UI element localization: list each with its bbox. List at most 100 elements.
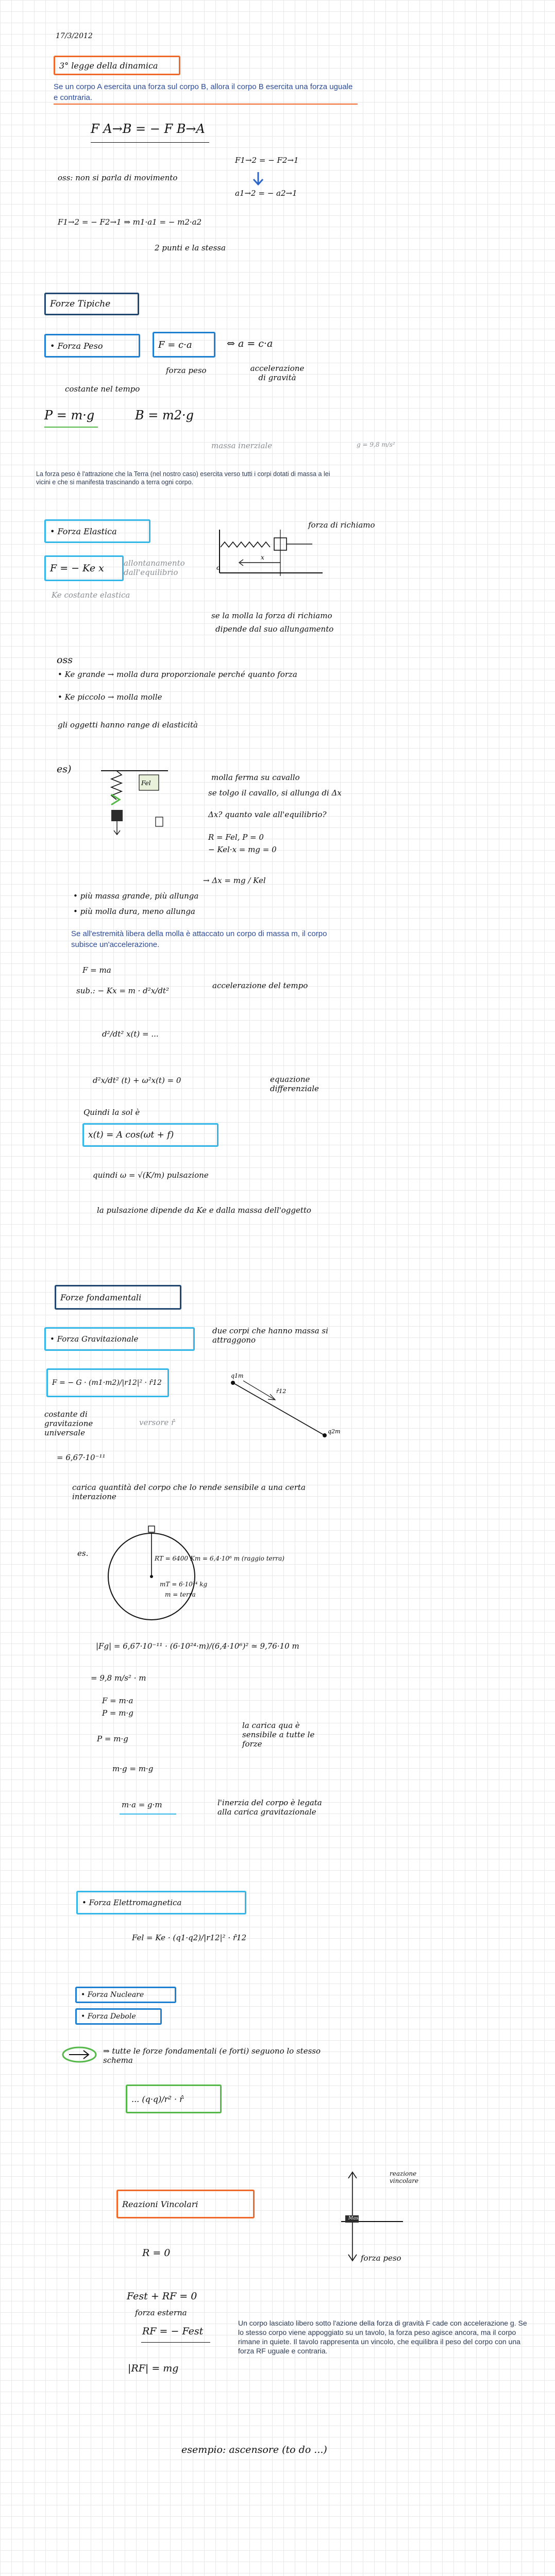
spring-diagram: o x [216, 530, 323, 576]
weight-equiv: ⇔ a = c·a [227, 338, 273, 349]
sol-intro: Quindi la sol è [83, 1108, 140, 1117]
calc-4: P = m·g [102, 1708, 133, 1718]
earth-es: es. [77, 1549, 89, 1558]
oss-label: oss [57, 654, 73, 666]
time-note: accelerazione del tempo [212, 981, 308, 990]
fundamental-title: Forze fondamentali [60, 1292, 142, 1302]
where-formula: quindi ω = √(K/m) pulsazione [93, 1171, 209, 1180]
nuclear-strong-box: • Forza Nucleare [75, 1987, 176, 2003]
green-arrow [62, 2046, 97, 2063]
constraint-typed-note: Un corpo lasciato libero sotto l'azione … [238, 2319, 527, 2355]
chain-note: 2 punti e la stessa [155, 243, 226, 252]
weight-note: La forza peso è l'attrazione che la Terr… [36, 470, 330, 486]
elastic-label-box: • Forza Elastica [44, 519, 150, 543]
constraint-title: Reazioni Vincolari [122, 2199, 198, 2209]
es-4: R = Fel, P = 0 [208, 833, 264, 842]
em-label-box: • Forza Elettromagnetica [76, 1891, 246, 1914]
svg-text:o: o [216, 564, 220, 571]
g-value: g = 9,8 m/s² [357, 441, 395, 448]
elastic-typed-note: Se all'estremità libera della molla è at… [71, 929, 327, 949]
block-label: Massa [348, 2216, 364, 2221]
calc-2: = 9,8 m/s² · m [91, 1673, 146, 1683]
grav-formula: F = − G · (m1·m2)/|r12|² · r̂12 [52, 1379, 162, 1387]
chain-formula: F1→2 = − F2→1 ⇒ m1·a1 = − m2·a2 [58, 217, 202, 227]
svg-text:Fel: Fel [141, 779, 151, 787]
svg-text:r̂12: r̂12 [276, 1388, 286, 1395]
oss-2: • Ke piccolo → molla molle [58, 692, 162, 702]
es-1: molla ferma su cavallo [211, 773, 300, 782]
weight-formula: F = c·a [158, 339, 192, 350]
ode-1: d²/dt² x(t) = ... [102, 1029, 159, 1039]
note-date: 17/3/2012 [56, 32, 93, 40]
charge-mass-note: la carica qua è sensibile a tutte le for… [242, 1721, 315, 1749]
spring-note-2: dipende dal suo allungamento [215, 624, 334, 634]
r-zero: R = 0 [142, 2247, 171, 2259]
mass-note: massa inerziale [211, 441, 273, 450]
nuclear-weak-label: • Forza Debole [81, 2012, 136, 2021]
elastic-constant: Ke costante elastica [52, 590, 130, 600]
charge-note: carica quantità del corpo che lo rende s… [72, 1483, 306, 1501]
right-bottom-formula: a1→2 = − a2→1 [235, 189, 297, 198]
blue-arrow-down [253, 172, 264, 186]
calc-3: F = m·a [102, 1696, 133, 1705]
es-3: Δx? quanto vale all'equilibrio? [208, 810, 327, 819]
third-law-formula: F A→B = − F B→A [91, 122, 205, 136]
equal-note: m·a = g·m [122, 1800, 162, 1809]
all-forces-note: ⇒ tutte le forze fondamentali (e forti) … [103, 2046, 321, 2065]
inertial-note: l'inerzia del corpo è legata alla carica… [217, 1798, 322, 1817]
last-note: esempio: ascensore (to do ...) [181, 2444, 327, 2455]
oss-3: gli oggetti hanno range di elasticità [58, 720, 198, 730]
grav-value: = 6,67·10⁻¹¹ [57, 1453, 106, 1462]
grav-constant: costante di gravitazione universale [44, 1410, 93, 1437]
unit-vector-note: versore r̂ [139, 1418, 175, 1427]
calc-1: |Fg| = 6,67·10⁻¹¹ · (6·10²⁴·m)/(6,4·10⁶)… [96, 1641, 299, 1651]
magnitude-formula: |RF| = mg [128, 2363, 179, 2374]
es-2: se tolgo il cavallo, si allunga di Δx [208, 788, 342, 798]
generic-formula-box: ... (q·q)/r² · r̂ [126, 2084, 222, 2113]
weight-accel: accelerazione di gravità [250, 364, 305, 382]
earth-radius: RT = 6400 Km = 6,4·10⁶ m (raggio terra) [155, 1555, 284, 1562]
more-mass: • più massa grande, più allunga [73, 891, 199, 901]
third-law-title: 3° legge della dinamica [59, 60, 158, 71]
third-law-statement: Se un corpo A esercita una forza sul cor… [54, 82, 353, 102]
ode-2: d²x/dt² (t) + ω²x(t) = 0 [93, 1076, 181, 1085]
svg-text:q1m: q1m [231, 1372, 243, 1379]
earth-sub: m = terra [165, 1591, 196, 1598]
two-bodies-diagram: q1m q2m r̂12 [231, 1372, 340, 1437]
calc-5: P = m·g [97, 1734, 128, 1743]
solution-formula: x(t) = A cos(ωt + f) [88, 1130, 174, 1140]
typical-forces-title: Forze Tipiche [50, 299, 111, 309]
sum-formula: Fest + RF = 0 [127, 2291, 197, 2302]
nuclear-weak-box: • Forza Debole [75, 2008, 162, 2025]
dx-result: → Δx = mg / Kel [203, 876, 266, 885]
eq-formula: RF = − Fest [142, 2326, 204, 2337]
grav-note: due corpi che hanno massa si attraggono [212, 1326, 328, 1345]
em-formula: Fel = Ke · (q1·q2)/|r12|² · r̂12 [132, 1933, 247, 1942]
calc-6: m·g = m·g [112, 1764, 154, 1773]
svg-text:x: x [261, 554, 264, 561]
grav-formula-box: F = − G · (m1·m2)/|r12|² · r̂12 [46, 1368, 169, 1397]
equal-underline [120, 1814, 176, 1815]
weight-constant: costante nel tempo [65, 384, 140, 394]
constraint-title-box: Reazioni Vincolari [116, 2190, 255, 2218]
elastic-label: • Forza Elastica [50, 526, 117, 536]
right-top-formula: F1→2 = − F2→1 [235, 156, 299, 165]
formula-underline [91, 142, 209, 143]
es-label: es) [57, 764, 72, 775]
p-weight-note: forza peso [361, 2253, 401, 2263]
eq-underline [141, 2342, 210, 2343]
pulse-note: la pulsazione dipende da Ke e dalla mass… [97, 1206, 311, 1215]
statement-underline [54, 104, 358, 105]
weight-label-box: • Forza Peso [44, 334, 140, 358]
sub-formula: sub.: − Kx = m · d²x/dt² [76, 986, 169, 995]
elastic-formula: F = − Ke x [50, 563, 104, 574]
vector-reaction-note: reazione vincolare [390, 2170, 419, 2184]
grav-label: • Forza Gravitazionale [50, 1334, 139, 1344]
elastic-formula-box: F = − Ke x [44, 555, 124, 581]
generic-formula: ... (q·q)/r² · r̂ [131, 2094, 183, 2104]
third-law-title-box: 3° legge della dinamica [54, 56, 180, 75]
harder-spring: • più molla dura, meno allunga [73, 907, 195, 916]
em-label: • Forza Elettromagnetica [82, 1898, 182, 1907]
diagram-title: forza di richiamo [308, 520, 375, 530]
f-ma: F = ma [82, 965, 111, 975]
